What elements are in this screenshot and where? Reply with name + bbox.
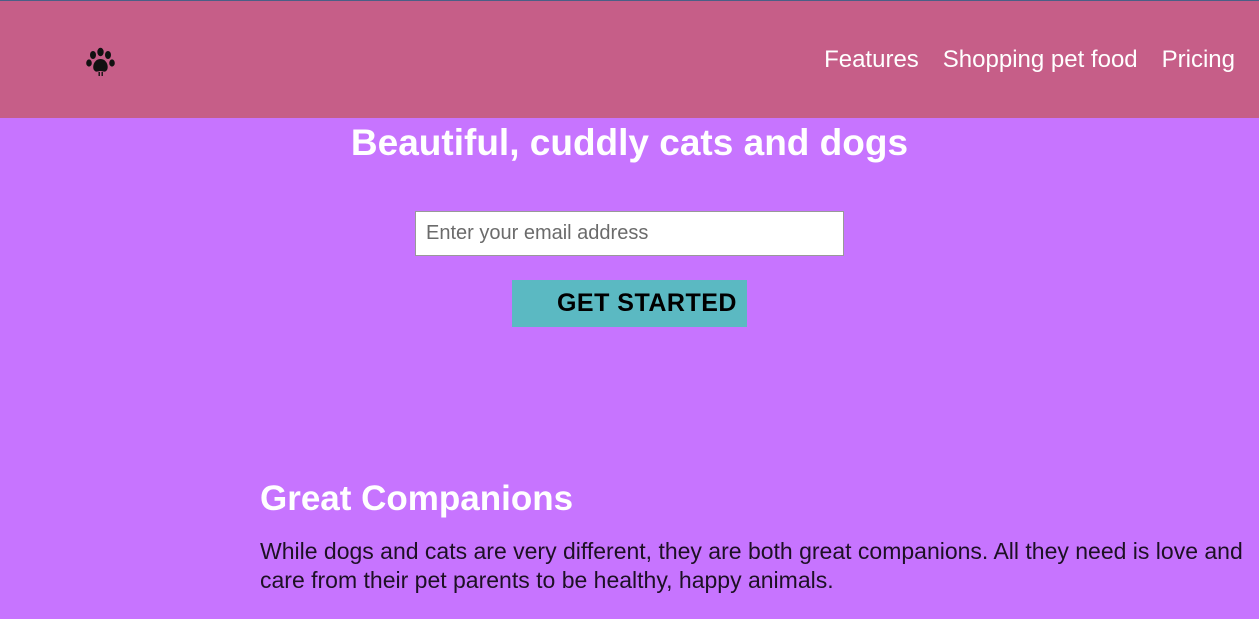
paw-print-icon[interactable] — [84, 45, 118, 79]
nav-link-shopping-pet-food[interactable]: Shopping pet food — [943, 45, 1138, 75]
get-started-button[interactable]: GET STARTED — [512, 280, 747, 327]
email-input[interactable] — [415, 211, 844, 256]
hero-title: Beautiful, cuddly cats and dogs — [350, 122, 909, 163]
nav-link-pricing[interactable]: Pricing — [1162, 45, 1235, 75]
section-title: Great Companions — [260, 479, 574, 518]
main-nav: Features Shopping pet food Pricing — [824, 45, 1235, 75]
nav-link-features[interactable]: Features — [824, 45, 919, 75]
site-header: Features Shopping pet food Pricing — [0, 0, 1259, 118]
section-description: While dogs and cats are very different, … — [260, 538, 1243, 593]
